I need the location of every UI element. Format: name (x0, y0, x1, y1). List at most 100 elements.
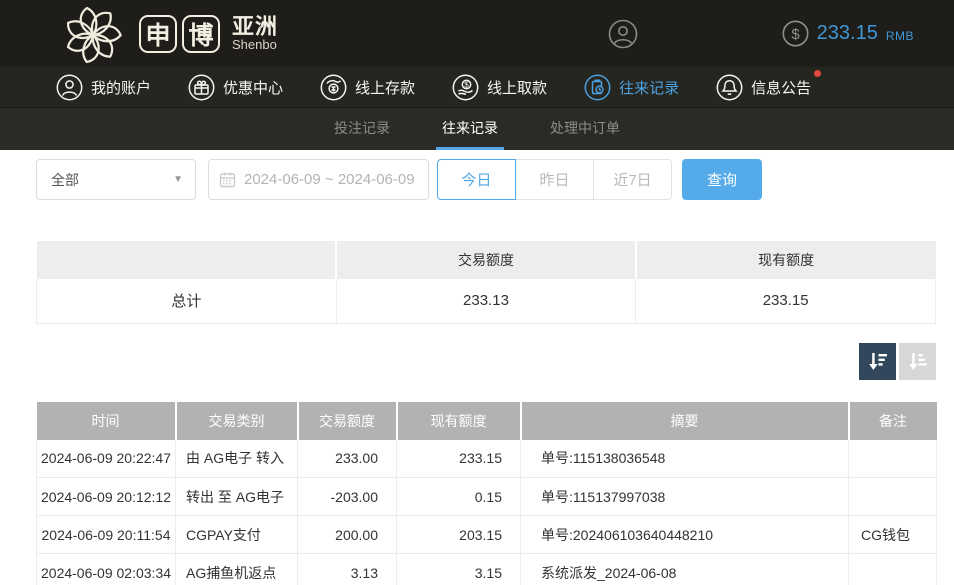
nav-label: 优惠中心 (223, 77, 283, 98)
cell-time: 2024-06-09 20:12:12 (37, 478, 176, 516)
summary-balance-total: 233.15 (636, 279, 936, 323)
tab-betting-records[interactable]: 投注记录 (328, 108, 396, 150)
table-row: 2024-06-09 20:22:47 由 AG电子 转入 233.00 233… (37, 440, 937, 478)
wallet-balance[interactable]: $ 233.15 RMB (782, 20, 914, 47)
sort-controls (36, 343, 936, 380)
lotus-flower-icon (55, 4, 131, 66)
summary-header-row: 交易额度 现有额度 (37, 241, 936, 279)
bell-icon (716, 74, 743, 101)
nav-label: 往来记录 (619, 77, 679, 98)
logo-char-2: 博 (182, 15, 220, 53)
records-clipboard-clock-icon (584, 74, 611, 101)
table-row: 2024-06-09 02:03:34 AG捕鱼机返点 3.13 3.15 系统… (37, 554, 937, 585)
logo-region-cn: 亚洲 (232, 15, 278, 38)
nav-item-transaction-records[interactable]: 往来记录 (584, 74, 679, 101)
summary-header-balance: 现有额度 (636, 241, 936, 279)
date-range-value: 2024-06-09 ~ 2024-06-09 (244, 171, 415, 188)
cell-remark (849, 554, 937, 585)
dollar-circle-icon: $ (782, 20, 809, 47)
tab-label: 投注记录 (334, 118, 390, 138)
cell-remark (849, 478, 937, 516)
summary-header-transaction: 交易额度 (336, 241, 636, 279)
cell-balance: 0.15 (397, 478, 521, 516)
cell-type: 转出 至 AG电子 (176, 478, 298, 516)
main-nav: 我的账户 优惠中心 线上存款 $ 线上取款 (0, 67, 954, 108)
tab-pending-orders[interactable]: 处理中订单 (544, 108, 626, 150)
summary-transaction-total: 233.13 (336, 279, 636, 323)
cell-remark (849, 440, 937, 478)
username-redacted[interactable] (626, 18, 754, 50)
notification-badge-dot (814, 70, 821, 77)
cell-balance: 3.15 (397, 554, 521, 585)
top-header: 申 博 亚洲 Shenbo $ 233.15 RMB (0, 0, 954, 67)
cell-time: 2024-06-09 02:03:34 (37, 554, 176, 585)
today-button[interactable]: 今日 (437, 159, 516, 200)
quick-date-button-group: 今日 昨日 近7日 (437, 159, 672, 200)
calendar-icon (219, 171, 236, 188)
nav-item-withdraw[interactable]: $ 线上取款 (452, 74, 547, 101)
gift-icon (188, 74, 215, 101)
cell-remark: CG钱包 (849, 516, 937, 554)
date-range-input[interactable]: 2024-06-09 ~ 2024-06-09 (208, 159, 429, 200)
summary-total-row: 总计 233.13 233.15 (37, 279, 936, 323)
user-icon (56, 74, 83, 101)
cell-summary: 单号:115138036548 (521, 440, 849, 478)
col-time: 时间 (37, 402, 176, 440)
site-logo[interactable]: 申 博 亚洲 Shenbo (55, 2, 278, 66)
type-select-value: 全部 (51, 170, 79, 190)
sort-amount-desc-icon[interactable] (859, 343, 896, 380)
balance-amount: 233.15 (817, 22, 878, 45)
table-row: 2024-06-09 20:12:12 转出 至 AG电子 -203.00 0.… (37, 478, 937, 516)
sort-amount-asc-icon[interactable] (899, 343, 936, 380)
logo-wordmark: 申 博 (139, 15, 220, 53)
cell-type: 由 AG电子 转入 (176, 440, 298, 478)
type-select-dropdown[interactable]: 全部 ▼ (36, 159, 196, 200)
summary-header-empty (37, 241, 337, 279)
nav-item-deposit[interactable]: 线上存款 (320, 74, 415, 101)
last-7-days-button[interactable]: 近7日 (593, 159, 672, 200)
nav-item-my-account[interactable]: 我的账户 (56, 74, 151, 101)
tab-label: 处理中订单 (550, 118, 620, 138)
cell-type: AG捕鱼机返点 (176, 554, 298, 585)
table-row: 2024-06-09 20:11:54 CGPAY支付 200.00 203.1… (37, 516, 937, 554)
cell-summary: 单号:202406103640448210 (521, 516, 849, 554)
nav-label: 我的账户 (91, 77, 151, 98)
cell-balance: 233.15 (397, 440, 521, 478)
chevron-down-icon: ▼ (173, 174, 183, 185)
col-type: 交易类别 (176, 402, 298, 440)
header-right: $ 233.15 RMB (608, 18, 914, 50)
nav-item-promotions[interactable]: 优惠中心 (188, 74, 283, 101)
nav-label: 信息公告 (751, 77, 811, 98)
cell-balance: 203.15 (397, 516, 521, 554)
summary-table: 交易额度 现有额度 总计 233.13 233.15 (36, 241, 936, 324)
logo-char-1: 申 (139, 15, 177, 53)
nav-item-announcements[interactable]: 信息公告 (716, 74, 811, 101)
cell-time: 2024-06-09 20:22:47 (37, 440, 176, 478)
cell-summary: 单号:115137997038 (521, 478, 849, 516)
balance-currency: RMB (886, 29, 914, 43)
svg-text:$: $ (464, 80, 469, 89)
cell-summary: 系统派发_2024-06-08 (521, 554, 849, 585)
col-amount: 交易额度 (298, 402, 397, 440)
cell-type: CGPAY支付 (176, 516, 298, 554)
nav-label: 线上取款 (487, 77, 547, 98)
summary-total-label: 总计 (37, 279, 337, 323)
sub-nav: 投注记录 往来记录 处理中订单 (0, 108, 954, 150)
cell-amount: 233.00 (298, 440, 397, 478)
cell-time: 2024-06-09 20:11:54 (37, 516, 176, 554)
col-balance: 现有额度 (397, 402, 521, 440)
yesterday-button[interactable]: 昨日 (515, 159, 594, 200)
table-header-row: 时间 交易类别 交易额度 现有额度 摘要 备注 (37, 402, 937, 440)
tab-transaction-records[interactable]: 往来记录 (436, 108, 504, 150)
cell-amount: -203.00 (298, 478, 397, 516)
cell-amount: 200.00 (298, 516, 397, 554)
transactions-table: 时间 交易类别 交易额度 现有额度 摘要 备注 2024-06-09 20:22… (36, 402, 937, 585)
logo-region-en: Shenbo (232, 38, 278, 52)
cell-amount: 3.13 (298, 554, 397, 585)
col-summary: 摘要 (521, 402, 849, 440)
tab-label: 往来记录 (442, 118, 498, 138)
filter-row: 全部 ▼ 2024-06-09 ~ 2024-06-09 今日 昨日 近7日 查… (36, 159, 954, 200)
col-remark: 备注 (849, 402, 937, 440)
withdraw-hand-dollar-icon: $ (452, 74, 479, 101)
search-button[interactable]: 查询 (682, 159, 762, 200)
